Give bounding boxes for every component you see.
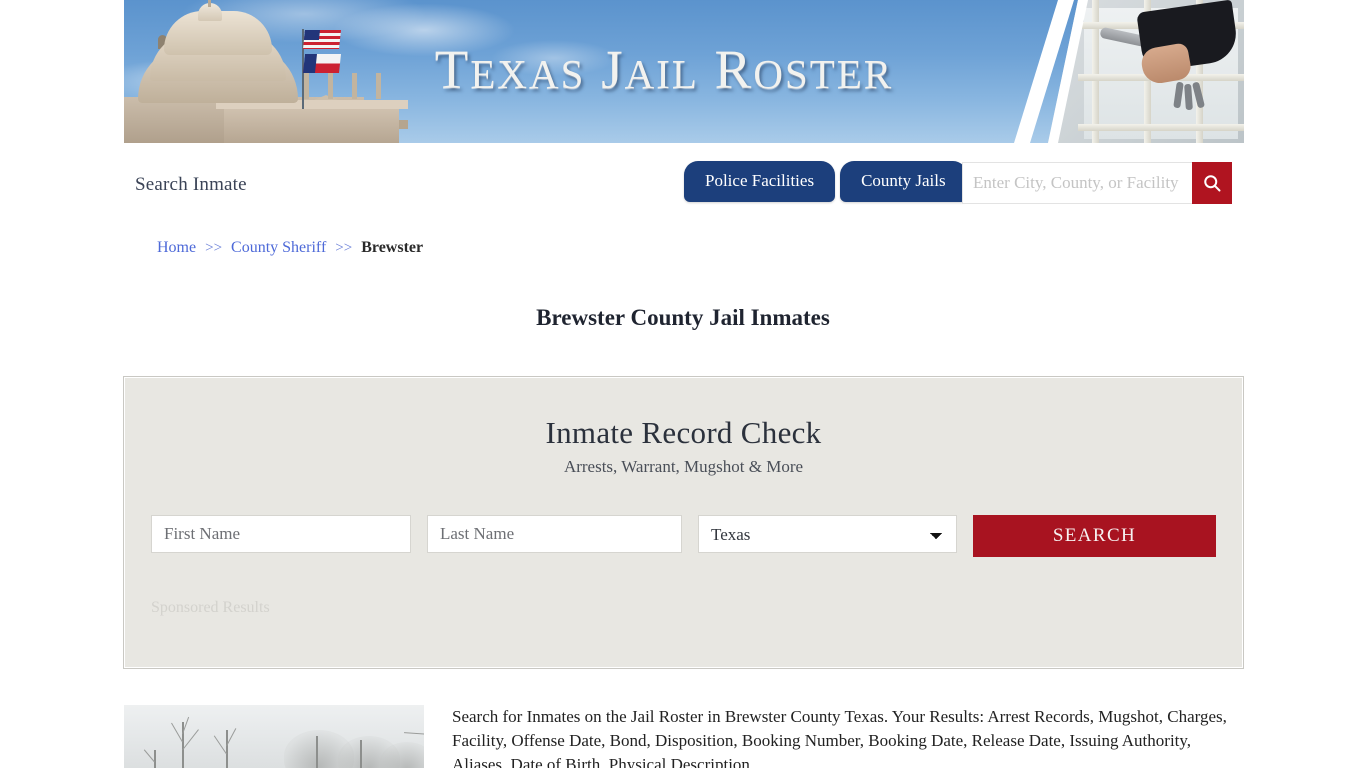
content-section: Search for Inmates on the Jail Roster in… — [124, 705, 1244, 768]
nav-search-group — [962, 162, 1232, 204]
breadcrumb-separator: >> — [205, 240, 223, 256]
search-button[interactable]: SEARCH — [973, 515, 1216, 557]
site-banner: TEXAS JAIL ROSTER — [124, 0, 1244, 143]
last-name-input[interactable] — [427, 515, 682, 553]
state-select[interactable]: Texas — [698, 515, 957, 553]
page-title: Brewster County Jail Inmates — [536, 305, 830, 331]
article-thumbnail-image — [124, 705, 424, 768]
search-icon — [1204, 175, 1221, 192]
breadcrumb-item-current: Brewster — [361, 239, 424, 256]
panel-subheading: Arrests, Warrant, Mugshot & More — [563, 457, 804, 476]
inmate-record-check-panel: Inmate Record Check Arrests, Warrant, Mu… — [123, 376, 1244, 669]
breadcrumb-item-county-sheriff[interactable]: County Sheriff — [231, 239, 326, 256]
tab-police-facilities[interactable]: Police Facilities — [684, 161, 836, 202]
breadcrumb-separator: >> — [335, 240, 353, 256]
tab-county-jails[interactable]: County Jails — [840, 161, 967, 202]
panel-heading: Inmate Record Check — [545, 415, 822, 450]
inmate-search-form: Texas SEARCH — [151, 515, 1216, 557]
site-brand-label: Search Inmate — [135, 174, 247, 195]
nav-tabs: Police Facilities County Jails — [684, 161, 967, 202]
banner-title: TEXAS JAIL ROSTER — [434, 39, 894, 100]
navigation-bar: Search Inmate Police Facilities County J… — [124, 143, 1244, 220]
article-paragraph: Search for Inmates on the Jail Roster in… — [452, 707, 1227, 768]
page-root: TEXAS JAIL ROSTER Search Inmate Police F… — [0, 0, 1366, 768]
sponsored-results-label: Sponsored Results — [151, 599, 270, 616]
nav-search-button[interactable] — [1192, 162, 1232, 204]
first-name-input[interactable] — [151, 515, 411, 553]
nav-search-input[interactable] — [962, 162, 1192, 204]
breadcrumb-item-home[interactable]: Home — [157, 239, 196, 256]
breadcrumb: Home >> County Sheriff >> Brewster — [157, 239, 423, 257]
